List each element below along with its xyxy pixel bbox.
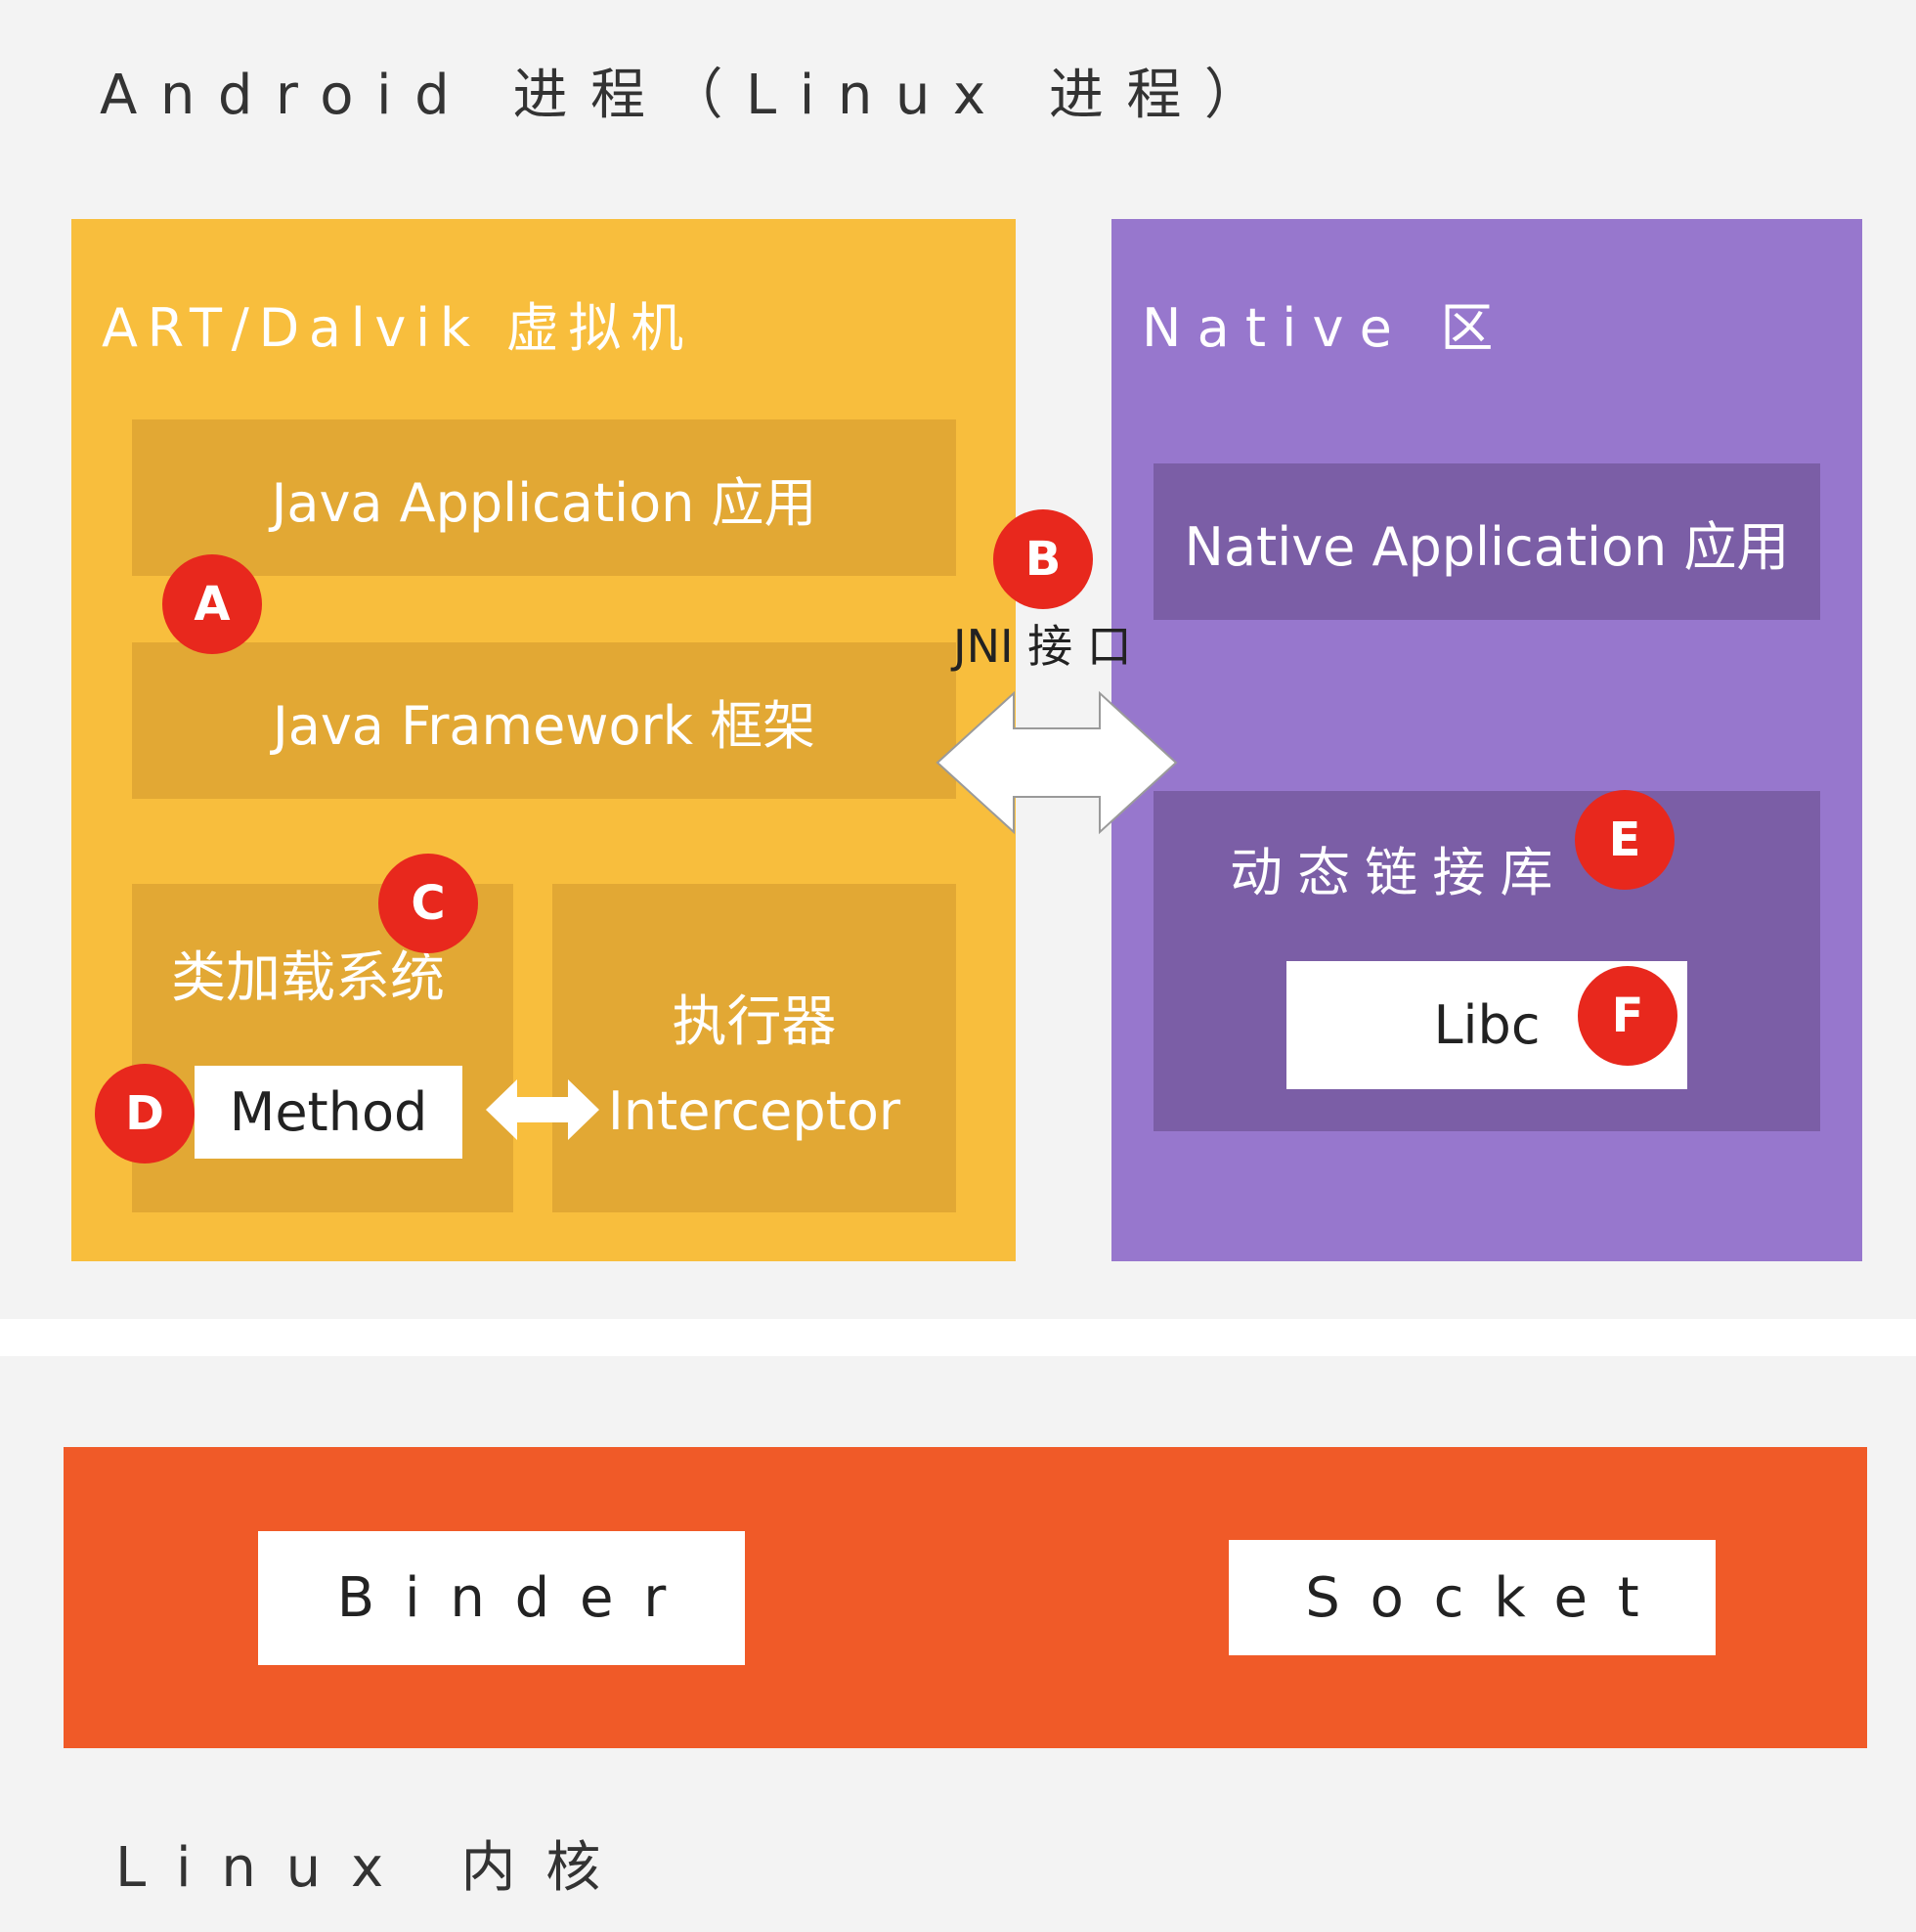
method-box: Method	[195, 1066, 462, 1159]
interceptor-label: Interceptor	[607, 1080, 901, 1142]
socket-box: Socket	[1229, 1540, 1716, 1655]
java-framework-box: Java Framework 框架	[132, 642, 956, 799]
native-area-title: Native 区	[1142, 297, 1509, 359]
badge-d: D	[95, 1064, 195, 1164]
badge-c: C	[378, 854, 478, 953]
android-process-title: Android 进程（Linux 进程）	[100, 64, 1283, 127]
badge-b: B	[993, 509, 1093, 609]
linux-kernel-title: Linux 内核	[115, 1836, 631, 1900]
badge-f: F	[1578, 966, 1677, 1066]
jni-interface-label: JNI 接 口	[953, 620, 1132, 673]
dynamic-library-label: 动态链接库	[1230, 842, 1568, 903]
badge-e: E	[1575, 790, 1675, 890]
executor-label: 执行器	[672, 990, 837, 1054]
java-application-box: Java Application 应用	[132, 419, 956, 576]
jni-double-arrow-icon	[936, 690, 1178, 835]
badge-a: A	[162, 554, 262, 654]
binder-box: Binder	[258, 1531, 745, 1665]
native-application-box: Native Application 应用	[1154, 463, 1820, 620]
method-interceptor-double-arrow-icon	[486, 1079, 599, 1140]
art-dalvik-vm-title: ART/Dalvik 虚拟机	[102, 297, 693, 359]
